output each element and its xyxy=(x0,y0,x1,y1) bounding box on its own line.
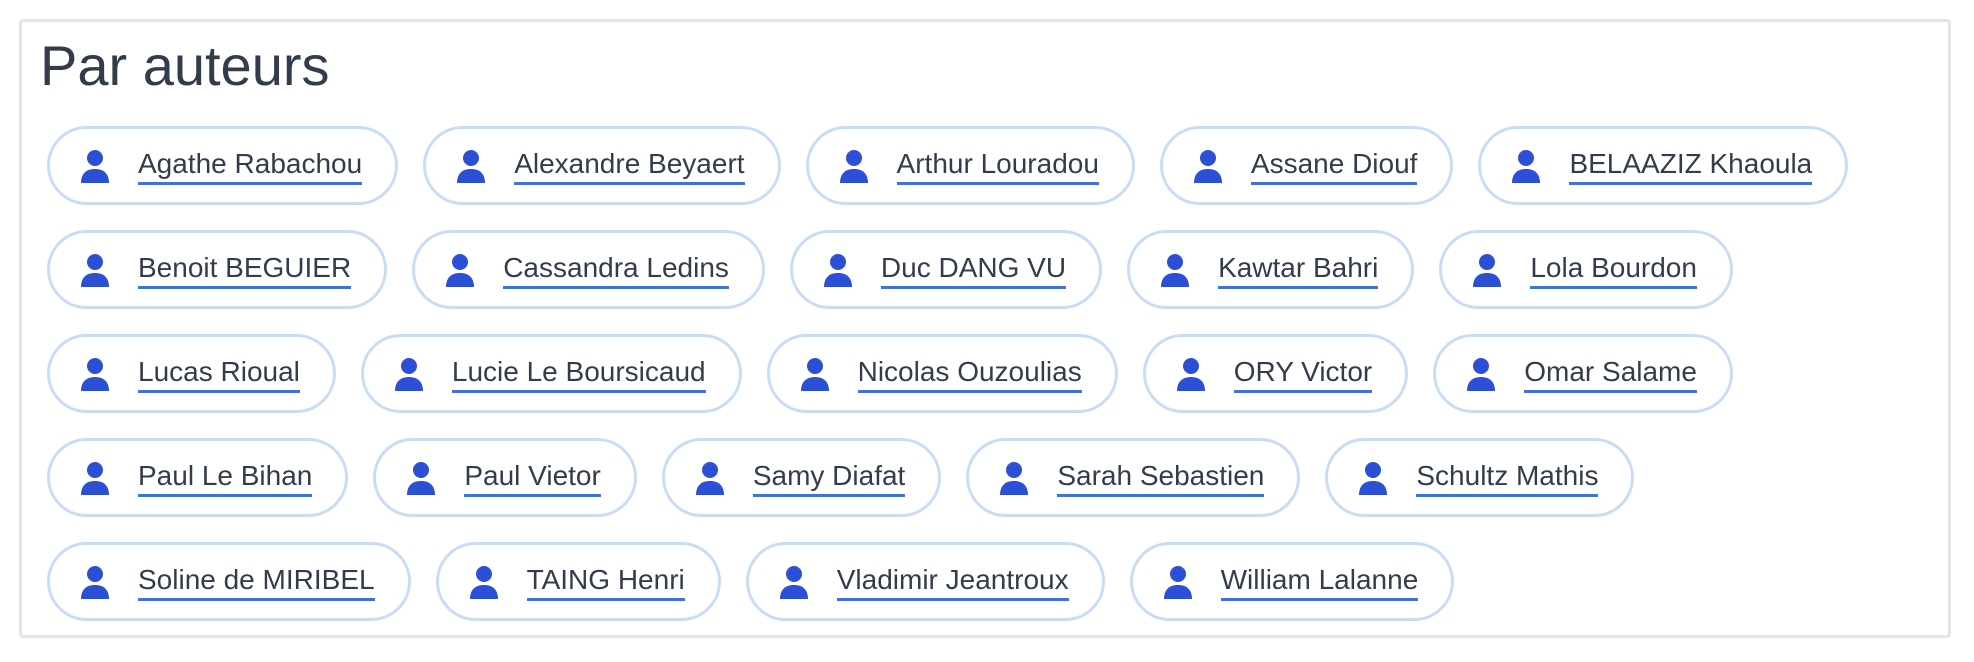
user-icon xyxy=(406,461,436,495)
section-title: Par auteurs xyxy=(40,34,330,97)
author-chip-list: Agathe Rabachou Alexandre Beyaert Arthur L… xyxy=(47,126,1927,621)
user-icon xyxy=(1466,357,1496,391)
author-chip[interactable]: Lucie Le Boursicaud xyxy=(360,334,742,413)
author-chip[interactable]: Agathe Rabachou xyxy=(47,126,399,205)
author-chip[interactable]: Vladimir Jeantroux xyxy=(745,542,1105,621)
author-chip[interactable]: Soline de MIRIBEL xyxy=(47,542,411,621)
author-chip[interactable]: Cassandra Ledins xyxy=(412,230,765,309)
author-name: Soline de MIRIBEL xyxy=(138,563,375,601)
author-chip[interactable]: Paul Vietor xyxy=(373,438,637,517)
user-icon xyxy=(80,461,110,495)
user-icon xyxy=(1160,253,1190,287)
author-name: Paul Le Bihan xyxy=(138,459,313,497)
author-chip[interactable]: Nicolas Ouzoulias xyxy=(766,334,1118,413)
author-name: ORY Victor xyxy=(1233,355,1373,393)
user-icon xyxy=(80,149,110,183)
author-chip[interactable]: Sarah Sebastien xyxy=(966,438,1301,517)
author-name: BELAAZIZ Khaoula xyxy=(1569,147,1813,185)
author-name: Lola Bourdon xyxy=(1530,251,1697,289)
author-name: Agathe Rabachou xyxy=(138,147,363,185)
author-chip[interactable]: Arthur Louradou xyxy=(805,126,1135,205)
user-icon xyxy=(80,565,110,599)
author-chip[interactable]: Benoit BEGUIER xyxy=(47,230,388,309)
author-chip[interactable]: Assane Diouf xyxy=(1159,126,1454,205)
author-chip[interactable]: Lola Bourdon xyxy=(1439,230,1733,309)
user-icon xyxy=(80,357,110,391)
author-name: Benoit BEGUIER xyxy=(138,251,352,289)
author-chip[interactable]: Omar Salame xyxy=(1433,334,1733,413)
author-name: Schultz Mathis xyxy=(1416,459,1599,497)
author-name: Lucie Le Boursicaud xyxy=(451,355,706,393)
user-icon xyxy=(80,253,110,287)
author-name: Alexandre Beyaert xyxy=(514,147,745,185)
author-name: Nicolas Ouzoulias xyxy=(857,355,1082,393)
author-chip[interactable]: Alexandre Beyaert xyxy=(423,126,781,205)
user-icon xyxy=(1193,149,1223,183)
user-icon xyxy=(1511,149,1541,183)
user-icon xyxy=(839,149,869,183)
user-icon xyxy=(394,357,424,391)
user-icon xyxy=(695,461,725,495)
authors-panel: Par auteurs Agathe Rabachou Alexandre Bey… xyxy=(19,19,1951,638)
user-icon xyxy=(469,565,499,599)
user-icon xyxy=(1358,461,1388,495)
author-name: Lucas Rioual xyxy=(138,355,300,393)
user-icon xyxy=(1176,357,1206,391)
user-icon xyxy=(823,253,853,287)
user-icon xyxy=(999,461,1029,495)
author-name: Duc DANG VU xyxy=(880,251,1067,289)
author-name: William Lalanne xyxy=(1220,563,1419,601)
user-icon xyxy=(1472,253,1502,287)
author-name: Cassandra Ledins xyxy=(503,251,729,289)
author-chip[interactable]: Schultz Mathis xyxy=(1325,438,1635,517)
author-chip[interactable]: Duc DANG VU xyxy=(789,230,1103,309)
author-chip[interactable]: Paul Le Bihan xyxy=(47,438,349,517)
author-name: Omar Salame xyxy=(1524,355,1697,393)
author-name: Sarah Sebastien xyxy=(1057,459,1265,497)
user-icon xyxy=(1163,565,1193,599)
author-chip[interactable]: TAING Henri xyxy=(435,542,721,621)
author-name: Vladimir Jeantroux xyxy=(836,563,1069,601)
author-name: TAING Henri xyxy=(526,563,685,601)
user-icon xyxy=(456,149,486,183)
user-icon xyxy=(779,565,809,599)
author-chip[interactable]: ORY Victor xyxy=(1142,334,1409,413)
author-chip[interactable]: William Lalanne xyxy=(1129,542,1455,621)
author-chip[interactable]: Kawtar Bahri xyxy=(1127,230,1415,309)
author-chip[interactable]: Samy Diafat xyxy=(661,438,942,517)
author-name: Samy Diafat xyxy=(752,459,906,497)
author-chip[interactable]: Lucas Rioual xyxy=(47,334,336,413)
user-icon xyxy=(800,357,830,391)
author-name: Kawtar Bahri xyxy=(1218,251,1379,289)
author-name: Paul Vietor xyxy=(464,459,601,497)
user-icon xyxy=(445,253,475,287)
author-chip[interactable]: BELAAZIZ Khaoula xyxy=(1478,126,1849,205)
author-name: Arthur Louradou xyxy=(896,147,1099,185)
author-name: Assane Diouf xyxy=(1250,147,1418,185)
